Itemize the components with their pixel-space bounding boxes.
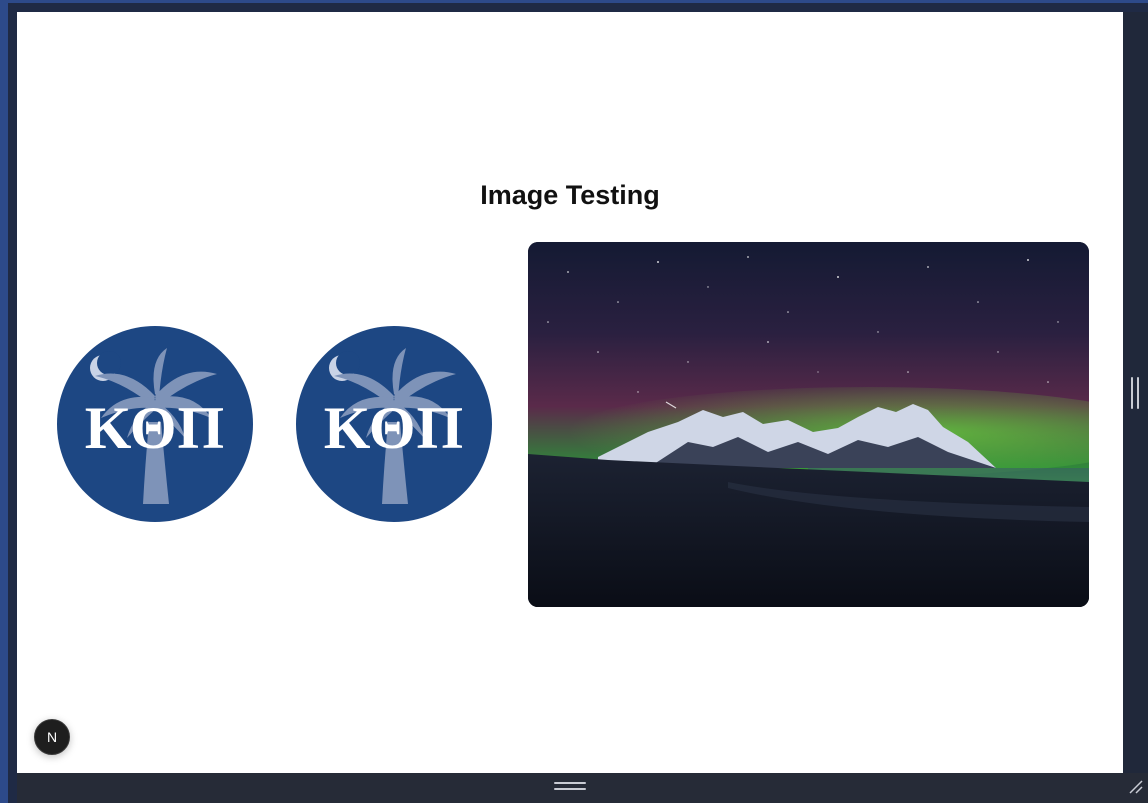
resize-corner-icon[interactable] [1127,778,1143,794]
kappa-theta-pi-logo: ΚΘΠ [57,326,253,522]
aurora-mountain-photo-icon [528,242,1089,607]
browser-viewport: Image Testing ΚΘΠ ΚΘΠ N [17,12,1123,773]
logo-letters: ΚΘΠ [84,395,226,461]
aurora-landscape-image [528,242,1089,607]
horizontal-resize-handle[interactable] [554,782,586,790]
vertical-resize-handle[interactable] [1131,377,1139,409]
kappa-theta-pi-logo: ΚΘΠ [296,326,492,522]
nextjs-dev-indicator-button[interactable]: N [34,719,70,755]
page-title: Image Testing [480,180,660,210]
logo-letters: ΚΘΠ [323,395,465,461]
